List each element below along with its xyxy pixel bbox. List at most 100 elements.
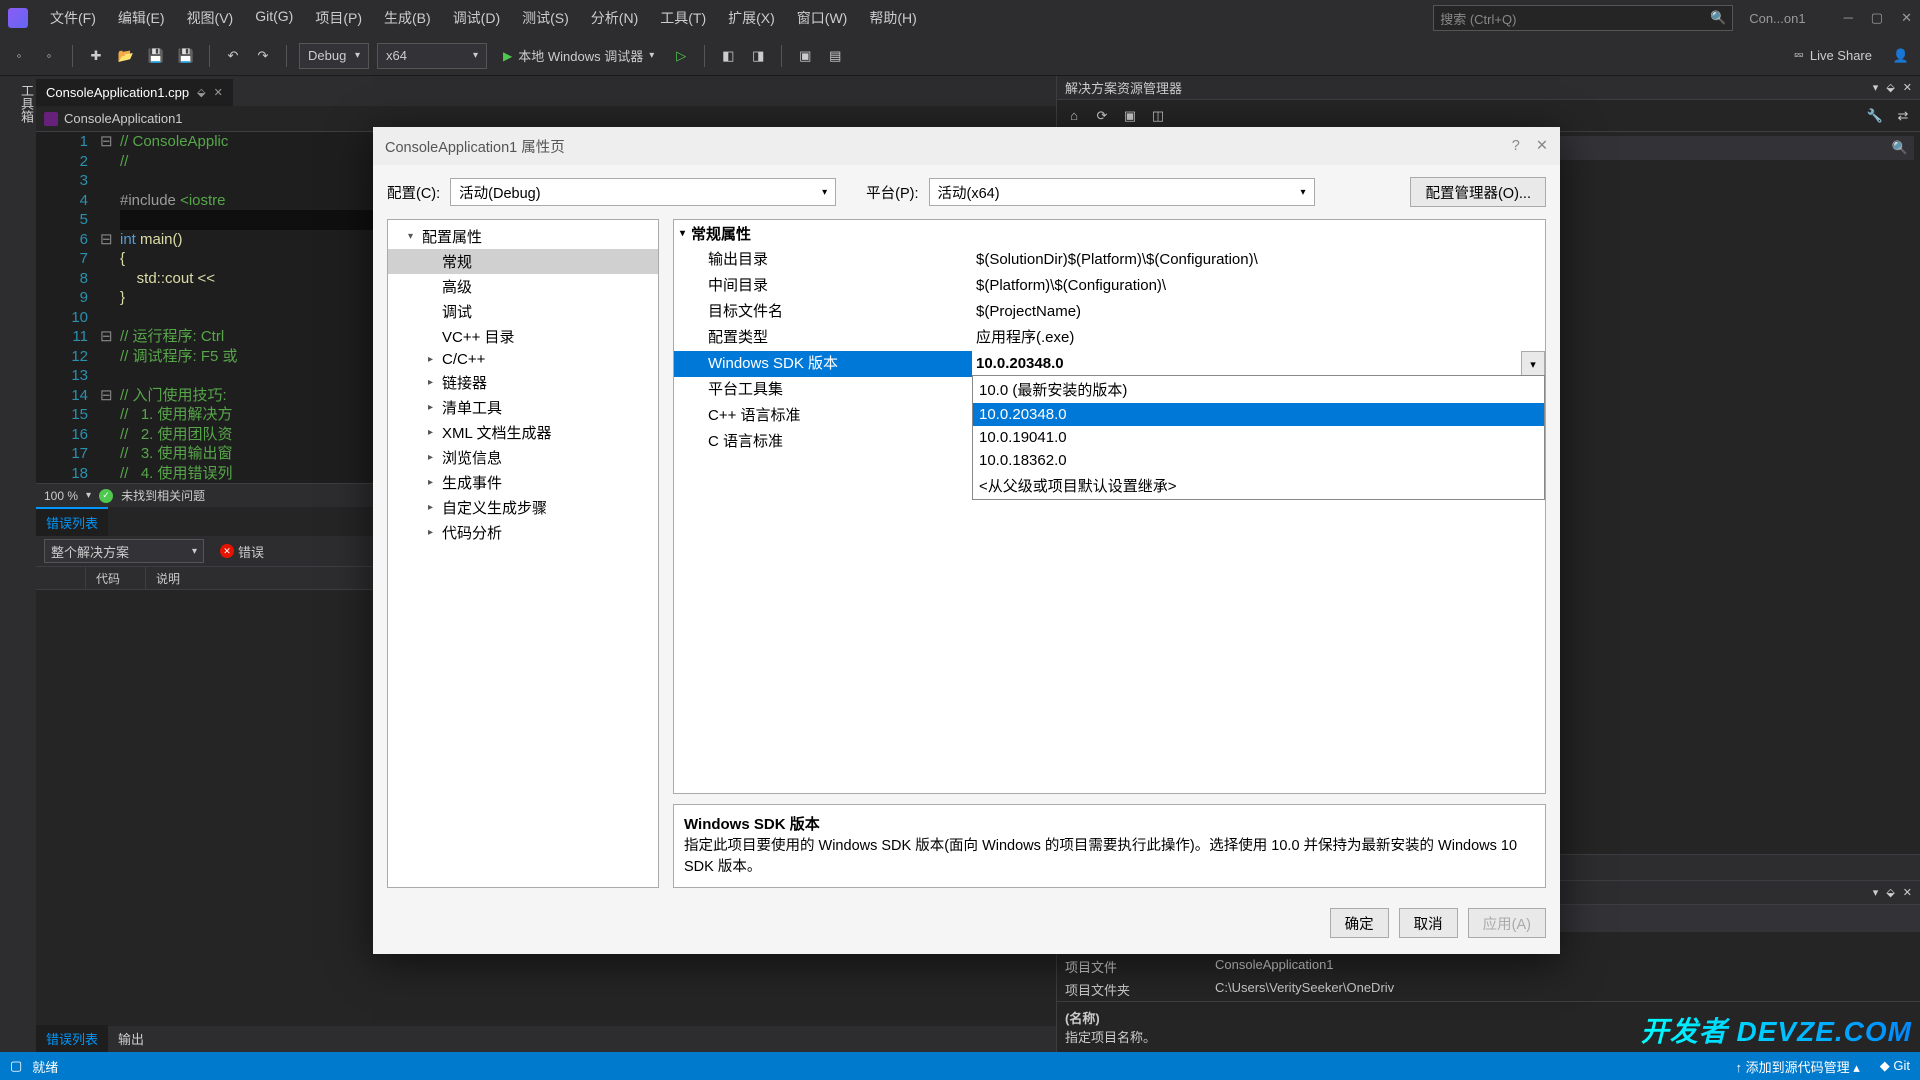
account-icon[interactable]: 👤 xyxy=(1890,45,1912,67)
tb-icon-4[interactable]: ▤ xyxy=(824,45,846,67)
start-without-debug-icon[interactable]: ▷ xyxy=(670,45,692,67)
output-window-icon[interactable]: ▢ xyxy=(10,1058,22,1074)
panel-pin-icon[interactable]: ⬙ xyxy=(1886,81,1894,94)
panel-dropdown-icon[interactable]: ▾ xyxy=(1873,886,1879,899)
property-row[interactable]: 中间目录$(Platform)\$(Configuration)\ xyxy=(674,273,1545,299)
menu-edit[interactable]: 编辑(E) xyxy=(108,2,175,34)
save-icon[interactable]: 💾 xyxy=(145,45,167,67)
project-crumb[interactable]: ConsoleApplication1 xyxy=(64,111,183,126)
sln-refresh-icon[interactable]: ⟳ xyxy=(1091,105,1113,127)
pin-icon[interactable]: ⬙ xyxy=(197,86,205,99)
editor-tab[interactable]: ConsoleApplication1.cpp ⬙ ✕ xyxy=(36,79,233,106)
new-project-icon[interactable]: ✚ xyxy=(85,45,107,67)
apply-button[interactable]: 应用(A) xyxy=(1468,908,1546,938)
dialog-close-icon[interactable]: ✕ xyxy=(1536,138,1548,154)
nav-fwd-icon[interactable]: ◦ xyxy=(38,45,60,67)
menu-build[interactable]: 生成(B) xyxy=(374,2,441,34)
config-manager-button[interactable]: 配置管理器(O)... xyxy=(1410,177,1546,207)
nav-back-icon[interactable]: ◦ xyxy=(8,45,30,67)
status-git[interactable]: ◆ Git xyxy=(1880,1058,1910,1074)
search-placeholder: 搜索 (Ctrl+Q) xyxy=(1440,9,1516,28)
sln-showall-icon[interactable]: ◫ xyxy=(1147,105,1169,127)
panel-close-icon[interactable]: ✕ xyxy=(1903,886,1912,899)
tree-node[interactable]: ▸代码分析 xyxy=(388,520,658,545)
config-dropdown[interactable]: Debug▾ xyxy=(299,43,369,69)
menu-view[interactable]: 视图(V) xyxy=(177,2,244,34)
tree-node[interactable]: 常规 xyxy=(388,249,658,274)
dropdown-option[interactable]: 10.0 (最新安装的版本) xyxy=(973,376,1544,403)
tree-node[interactable]: ▸C/C++ xyxy=(388,349,658,370)
sln-collapse-icon[interactable]: ▣ xyxy=(1119,105,1141,127)
tree-node[interactable]: 高级 xyxy=(388,274,658,299)
close-icon[interactable]: ✕ xyxy=(1901,10,1912,26)
menu-analyze[interactable]: 分析(N) xyxy=(581,2,648,34)
dropdown-option[interactable]: <从父级或项目默认设置继承> xyxy=(973,472,1544,499)
help-icon[interactable]: ? xyxy=(1512,138,1520,154)
status-source-control[interactable]: ↑ 添加到源代码管理 ▴ xyxy=(1735,1057,1859,1076)
menu-git[interactable]: Git(G) xyxy=(245,2,303,34)
tree-node[interactable]: VC++ 目录 xyxy=(388,324,658,349)
dialog-titlebar[interactable]: ConsoleApplication1 属性页 ?✕ xyxy=(373,127,1560,165)
property-row[interactable]: Windows SDK 版本10.0.20348.0▾ xyxy=(674,351,1545,377)
redo-icon[interactable]: ↷ xyxy=(252,45,274,67)
platform-dropdown[interactable]: x64▾ xyxy=(377,43,487,69)
property-row[interactable]: 配置类型应用程序(.exe) xyxy=(674,325,1545,351)
panel-pin-icon[interactable]: ⬙ xyxy=(1886,886,1894,899)
open-icon[interactable]: 📂 xyxy=(115,45,137,67)
err-col-icon[interactable] xyxy=(36,567,86,589)
property-row[interactable]: 输出目录$(SolutionDir)$(Platform)\$(Configur… xyxy=(674,247,1545,273)
expand-icon[interactable]: ▾ xyxy=(680,228,685,239)
config-dropdown[interactable]: 活动(Debug)▾ xyxy=(450,178,836,206)
error-list-tab[interactable]: 错误列表 xyxy=(36,507,108,536)
tree-node[interactable]: ▸链接器 xyxy=(388,370,658,395)
bottom-tab-errors[interactable]: 错误列表 xyxy=(36,1025,108,1052)
maximize-icon[interactable]: ▢ xyxy=(1871,10,1883,26)
sln-switch-icon[interactable]: ⇄ xyxy=(1892,105,1914,127)
menu-help[interactable]: 帮助(H) xyxy=(859,2,926,34)
error-circle-icon: ✕ xyxy=(220,544,234,558)
panel-close-icon[interactable]: ✕ xyxy=(1903,81,1912,94)
ok-button[interactable]: 确定 xyxy=(1330,908,1389,938)
error-scope-dropdown[interactable]: 整个解决方案▾ xyxy=(44,539,204,563)
tb-icon-1[interactable]: ◧ xyxy=(717,45,739,67)
sln-home-icon[interactable]: ⌂ xyxy=(1063,105,1085,127)
minimize-icon[interactable]: ─ xyxy=(1844,10,1853,26)
search-input[interactable]: 搜索 (Ctrl+Q) 🔍 xyxy=(1433,5,1733,31)
tab-close-icon[interactable]: ✕ xyxy=(214,86,223,99)
save-all-icon[interactable]: 💾 xyxy=(175,45,197,67)
menu-window[interactable]: 窗口(W) xyxy=(787,2,858,34)
bottom-tab-output[interactable]: 输出 xyxy=(108,1025,154,1052)
err-col-code[interactable]: 代码 xyxy=(86,567,146,589)
menu-debug[interactable]: 调试(D) xyxy=(443,2,510,34)
platform-dropdown[interactable]: 活动(x64)▾ xyxy=(929,178,1315,206)
property-row[interactable]: 目标文件名$(ProjectName) xyxy=(674,299,1545,325)
start-debug-button[interactable]: ▶本地 Windows 调试器▾ xyxy=(495,43,662,69)
side-toolbox-tab[interactable]: 工具箱 xyxy=(0,76,36,1052)
tb-icon-2[interactable]: ◨ xyxy=(747,45,769,67)
menu-test[interactable]: 测试(S) xyxy=(512,2,579,34)
tree-node[interactable]: ▸XML 文档生成器 xyxy=(388,420,658,445)
tree-node[interactable]: ▾配置属性 xyxy=(388,224,658,249)
undo-icon[interactable]: ↶ xyxy=(222,45,244,67)
tb-icon-3[interactable]: ▣ xyxy=(794,45,816,67)
dropdown-option[interactable]: 10.0.18362.0 xyxy=(973,449,1544,472)
tree-node[interactable]: 调试 xyxy=(388,299,658,324)
errors-filter-button[interactable]: ✕错误 xyxy=(214,540,270,563)
menu-file[interactable]: 文件(F) xyxy=(40,2,106,34)
dropdown-option[interactable]: 10.0.20348.0 xyxy=(973,403,1544,426)
zoom-level[interactable]: 100 % xyxy=(44,489,78,503)
cancel-button[interactable]: 取消 xyxy=(1399,908,1458,938)
menu-extensions[interactable]: 扩展(X) xyxy=(718,2,785,34)
panel-dropdown-icon[interactable]: ▾ xyxy=(1873,81,1879,94)
dropdown-option[interactable]: 10.0.19041.0 xyxy=(973,426,1544,449)
menu-project[interactable]: 项目(P) xyxy=(305,2,372,34)
tree-node[interactable]: ▸生成事件 xyxy=(388,470,658,495)
tree-node[interactable]: ▸浏览信息 xyxy=(388,445,658,470)
dropdown-icon[interactable]: ▾ xyxy=(1521,351,1545,377)
share-icon: ⮹ xyxy=(1793,48,1803,64)
menu-tools[interactable]: 工具(T) xyxy=(650,2,716,34)
sln-wrench-icon[interactable]: 🔧 xyxy=(1864,105,1886,127)
tree-node[interactable]: ▸自定义生成步骤 xyxy=(388,495,658,520)
tree-node[interactable]: ▸清单工具 xyxy=(388,395,658,420)
liveshare-button[interactable]: ⮹Live Share xyxy=(1783,48,1882,64)
